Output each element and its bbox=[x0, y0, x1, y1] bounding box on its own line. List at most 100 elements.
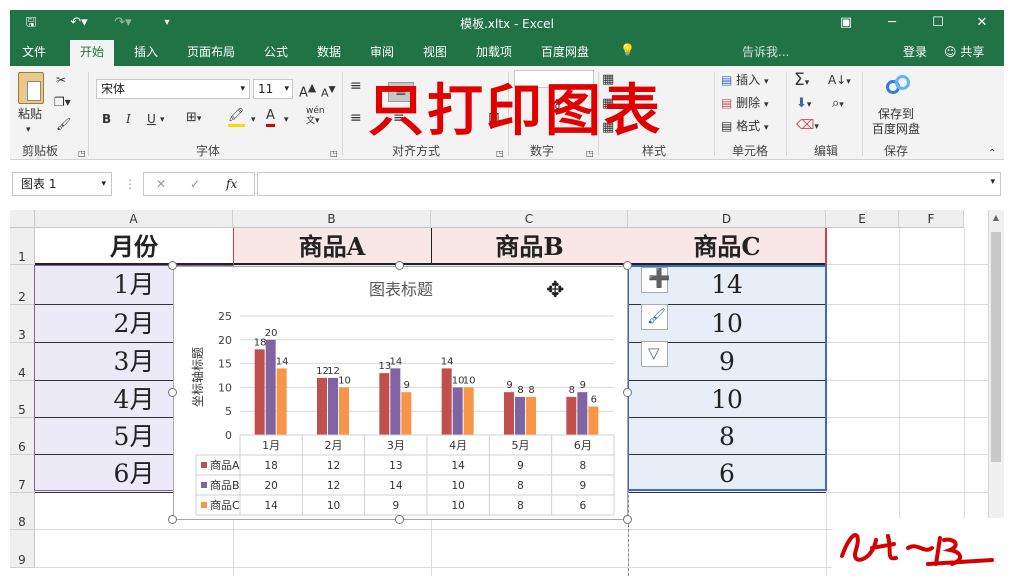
font-name-box[interactable]: 宋体 ▾ bbox=[96, 79, 250, 99]
fx-icon[interactable]: fx bbox=[226, 175, 237, 193]
minimize-icon[interactable]: ─ bbox=[882, 13, 902, 33]
header-cell[interactable]: 月份 bbox=[35, 228, 233, 265]
column-header[interactable]: A bbox=[35, 210, 233, 228]
resize-handle[interactable] bbox=[623, 388, 632, 397]
column-header[interactable]: F bbox=[899, 210, 964, 228]
resize-handle[interactable] bbox=[395, 515, 404, 524]
scrollbar-thumb[interactable] bbox=[991, 232, 1001, 462]
data-label: 8 bbox=[517, 385, 523, 396]
data-table-value: 10 bbox=[451, 480, 464, 492]
chart[interactable]: 图表标题 坐标轴标题 0 5 10 15 20 25 18 20 14 12 12 10 13 14 9 14 10… bbox=[173, 266, 628, 520]
resize-handle[interactable] bbox=[168, 261, 177, 270]
chevron-down-icon: ▾ bbox=[101, 179, 106, 189]
tab-data[interactable]: 数据 bbox=[317, 43, 341, 60]
row-header[interactable]: 8 bbox=[10, 493, 35, 530]
italic-button[interactable]: I bbox=[126, 111, 131, 127]
lightbulb-icon[interactable]: 💡 bbox=[620, 43, 635, 57]
scroll-up-icon[interactable]: ▲ bbox=[990, 212, 1002, 224]
row-header[interactable]: 6 bbox=[10, 418, 35, 455]
baidu-cloud-icon[interactable] bbox=[884, 72, 912, 98]
row-header[interactable]: 7 bbox=[10, 455, 35, 493]
paste-dropdown-icon[interactable]: ▾ bbox=[26, 122, 31, 138]
header-cell[interactable]: 商品B bbox=[431, 228, 628, 265]
row-header[interactable]: 3 bbox=[10, 305, 35, 343]
formula-input[interactable]: ▾ bbox=[257, 172, 1001, 196]
border-icon[interactable]: ⊞▾ bbox=[186, 110, 201, 127]
resize-handle[interactable] bbox=[623, 261, 632, 270]
underline-button[interactable]: U bbox=[147, 111, 156, 127]
row-header[interactable]: 4 bbox=[10, 343, 35, 381]
chart-filters-button[interactable]: ▽ bbox=[641, 341, 668, 367]
chart-elements-button[interactable]: ➕ bbox=[641, 267, 670, 293]
resize-handle[interactable] bbox=[168, 515, 177, 524]
resize-handle[interactable] bbox=[395, 261, 404, 270]
paste-button[interactable]: 粘贴 bbox=[18, 106, 42, 122]
data-table-value: 9 bbox=[392, 500, 399, 512]
cut-icon[interactable]: ✂ bbox=[56, 72, 66, 88]
login-button[interactable]: 登录 bbox=[903, 43, 927, 60]
tab-view[interactable]: 视图 bbox=[423, 43, 447, 60]
format-painter-icon[interactable]: 🖌 bbox=[56, 116, 71, 132]
data-label: 9 bbox=[580, 380, 586, 391]
column-header[interactable]: D bbox=[628, 210, 826, 228]
save-baidu-label-2[interactable]: 百度网盘 bbox=[872, 121, 920, 137]
header-cell[interactable]: 商品C bbox=[628, 228, 826, 265]
close-icon[interactable]: ✕ bbox=[972, 13, 992, 33]
format-cells-button[interactable]: ▤ 格式 ▾ bbox=[721, 118, 769, 136]
align-left-icon[interactable]: ≡ bbox=[350, 110, 362, 126]
maximize-icon[interactable]: ☐ bbox=[928, 13, 948, 33]
tab-addins[interactable]: 加载项 bbox=[476, 43, 512, 60]
column-header[interactable]: C bbox=[431, 210, 628, 228]
insert-cells-button[interactable]: ▤ 插入 ▾ bbox=[721, 72, 769, 90]
value-cell[interactable]: 10 bbox=[628, 381, 826, 418]
font-size-box[interactable]: 11 ▾ bbox=[253, 79, 293, 99]
value-cell[interactable]: 8 bbox=[628, 418, 826, 455]
align-top-icon[interactable]: ≡ bbox=[350, 78, 362, 94]
tab-baidu[interactable]: 百度网盘 bbox=[541, 43, 589, 60]
share-button[interactable]: ☺ 共享 bbox=[944, 43, 984, 60]
bold-button[interactable]: B bbox=[102, 111, 111, 127]
font-color-dropdown-icon[interactable]: ▾ bbox=[284, 112, 289, 128]
delete-cells-button[interactable]: ▤ 删除 ▾ bbox=[721, 95, 769, 113]
value-cell[interactable]: 6 bbox=[628, 455, 826, 493]
copy-icon[interactable]: ❐▾ bbox=[54, 94, 71, 110]
font-color-icon[interactable]: A bbox=[266, 108, 275, 127]
paste-icon[interactable] bbox=[18, 72, 44, 104]
chart-styles-button[interactable]: 🖌 bbox=[641, 304, 668, 330]
grow-font-button[interactable]: A▲ bbox=[299, 80, 316, 101]
clear-icon[interactable]: ⌫▾ bbox=[796, 118, 819, 135]
phonetic-icon[interactable]: wén 文▾ bbox=[306, 106, 325, 126]
row-header[interactable]: 9 bbox=[10, 530, 35, 568]
shrink-font-button[interactable]: A▼ bbox=[321, 82, 336, 102]
row-header[interactable]: 1 bbox=[10, 228, 35, 265]
enter-icon[interactable]: ✓ bbox=[190, 175, 200, 193]
find-select-icon[interactable]: ⌕▾ bbox=[832, 96, 844, 113]
tab-formulas[interactable]: 公式 bbox=[264, 43, 288, 60]
row-header[interactable]: 2 bbox=[10, 265, 35, 305]
resize-handle[interactable] bbox=[168, 388, 177, 397]
tab-page-layout[interactable]: 页面布局 bbox=[187, 43, 235, 60]
cancel-icon[interactable]: ✕ bbox=[156, 175, 166, 193]
column-header[interactable]: B bbox=[233, 210, 431, 228]
select-all-corner[interactable] bbox=[10, 210, 35, 228]
autosum-icon[interactable]: Σ▾ bbox=[794, 70, 809, 93]
save-baidu-label-1[interactable]: 保存到 bbox=[878, 106, 914, 122]
resize-handle[interactable] bbox=[623, 515, 632, 524]
tab-review[interactable]: 审阅 bbox=[370, 43, 394, 60]
fill-color-icon[interactable]: 🖍 bbox=[228, 108, 245, 127]
row-header[interactable]: 5 bbox=[10, 381, 35, 418]
column-header[interactable]: E bbox=[826, 210, 899, 228]
cells-group-label: 单元格 bbox=[732, 144, 769, 158]
fill-down-icon[interactable]: ⬇▾ bbox=[796, 96, 811, 113]
y-tick-label: 15 bbox=[218, 358, 232, 371]
tab-home[interactable]: 开始 bbox=[70, 40, 115, 66]
tab-file[interactable]: 文件 bbox=[22, 43, 46, 60]
tell-me-box[interactable]: 告诉我... bbox=[742, 43, 789, 60]
tab-insert[interactable]: 插入 bbox=[134, 43, 158, 60]
fill-dropdown-icon[interactable]: ▾ bbox=[251, 112, 256, 128]
underline-dropdown-icon[interactable]: ▾ bbox=[160, 112, 165, 128]
sort-filter-icon[interactable]: A↓▾ bbox=[828, 72, 851, 90]
name-box[interactable]: 图表 1 ▾ bbox=[12, 172, 112, 196]
ribbon-display-icon[interactable]: ▣ bbox=[836, 13, 856, 33]
header-cell[interactable]: 商品A bbox=[233, 228, 431, 265]
